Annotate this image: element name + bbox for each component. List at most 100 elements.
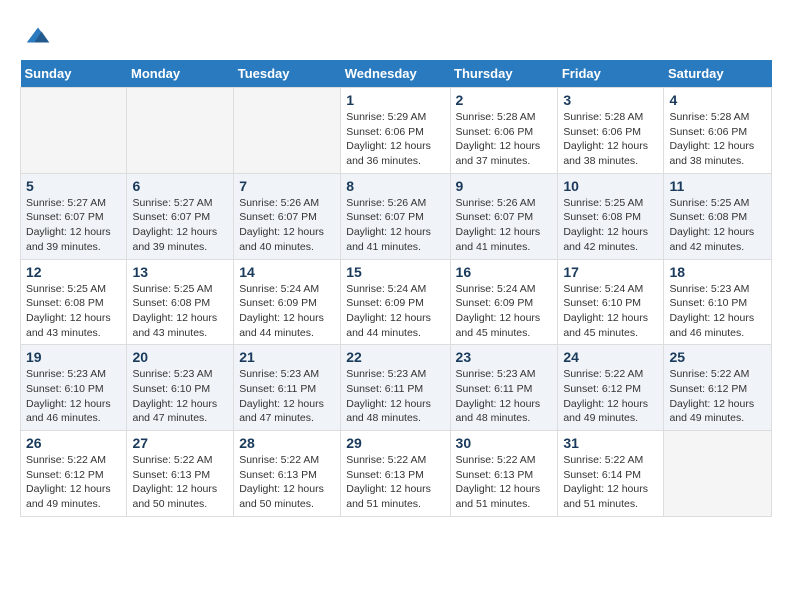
day-info: Sunrise: 5:25 AMSunset: 6:08 PMDaylight:…: [26, 282, 121, 341]
day-number: 11: [669, 178, 766, 194]
day-number: 29: [346, 435, 444, 451]
day-info: Sunrise: 5:27 AMSunset: 6:07 PMDaylight:…: [132, 196, 228, 255]
day-number: 27: [132, 435, 228, 451]
day-info: Sunrise: 5:23 AMSunset: 6:10 PMDaylight:…: [132, 367, 228, 426]
calendar-cell: 1 Sunrise: 5:29 AMSunset: 6:06 PMDaylight…: [341, 88, 450, 174]
calendar-cell: 8 Sunrise: 5:26 AMSunset: 6:07 PMDaylight…: [341, 173, 450, 259]
calendar-cell: 15 Sunrise: 5:24 AMSunset: 6:09 PMDayligh…: [341, 259, 450, 345]
day-number: 7: [239, 178, 335, 194]
day-info: Sunrise: 5:25 AMSunset: 6:08 PMDaylight:…: [132, 282, 228, 341]
calendar-cell: 2 Sunrise: 5:28 AMSunset: 6:06 PMDaylight…: [450, 88, 558, 174]
day-number: 31: [563, 435, 658, 451]
day-info: Sunrise: 5:23 AMSunset: 6:11 PMDaylight:…: [346, 367, 444, 426]
day-info: Sunrise: 5:22 AMSunset: 6:13 PMDaylight:…: [346, 453, 444, 512]
day-number: 18: [669, 264, 766, 280]
day-number: 14: [239, 264, 335, 280]
week-row-2: 5 Sunrise: 5:27 AMSunset: 6:07 PMDaylight…: [21, 173, 772, 259]
day-info: Sunrise: 5:24 AMSunset: 6:09 PMDaylight:…: [346, 282, 444, 341]
day-number: 19: [26, 349, 121, 365]
day-number: 12: [26, 264, 121, 280]
day-info: Sunrise: 5:22 AMSunset: 6:12 PMDaylight:…: [563, 367, 658, 426]
day-info: Sunrise: 5:26 AMSunset: 6:07 PMDaylight:…: [456, 196, 553, 255]
calendar-cell: 16 Sunrise: 5:24 AMSunset: 6:09 PMDayligh…: [450, 259, 558, 345]
day-number: 30: [456, 435, 553, 451]
day-info: Sunrise: 5:23 AMSunset: 6:10 PMDaylight:…: [26, 367, 121, 426]
calendar-cell: 12 Sunrise: 5:25 AMSunset: 6:08 PMDayligh…: [21, 259, 127, 345]
day-number: 10: [563, 178, 658, 194]
header-day-saturday: Saturday: [664, 60, 772, 88]
logo: [20, 20, 53, 50]
day-number: 9: [456, 178, 553, 194]
day-info: Sunrise: 5:24 AMSunset: 6:09 PMDaylight:…: [456, 282, 553, 341]
calendar-cell: 28 Sunrise: 5:22 AMSunset: 6:13 PMDayligh…: [234, 431, 341, 517]
calendar-cell: [234, 88, 341, 174]
day-number: 3: [563, 92, 658, 108]
calendar-cell: 17 Sunrise: 5:24 AMSunset: 6:10 PMDayligh…: [558, 259, 664, 345]
calendar-cell: 26Sunrise: 5:22 AMSunset: 6:12 PMDayligh…: [21, 431, 127, 517]
calendar-cell: 3 Sunrise: 5:28 AMSunset: 6:06 PMDaylight…: [558, 88, 664, 174]
day-number: 24: [563, 349, 658, 365]
day-info: Sunrise: 5:28 AMSunset: 6:06 PMDaylight:…: [456, 110, 553, 169]
calendar-cell: 20 Sunrise: 5:23 AMSunset: 6:10 PMDayligh…: [127, 345, 234, 431]
day-info: Sunrise: 5:28 AMSunset: 6:06 PMDaylight:…: [669, 110, 766, 169]
logo-text: [20, 20, 53, 50]
week-row-3: 12 Sunrise: 5:25 AMSunset: 6:08 PMDayligh…: [21, 259, 772, 345]
calendar-table: SundayMondayTuesdayWednesdayThursdayFrid…: [20, 60, 772, 517]
calendar-header-row: SundayMondayTuesdayWednesdayThursdayFrid…: [21, 60, 772, 88]
day-info: Sunrise: 5:27 AMSunset: 6:07 PMDaylight:…: [26, 196, 121, 255]
day-info: Sunrise: 5:26 AMSunset: 6:07 PMDaylight:…: [239, 196, 335, 255]
calendar-cell: 18Sunrise: 5:23 AMSunset: 6:10 PMDayligh…: [664, 259, 772, 345]
day-number: 4: [669, 92, 766, 108]
day-number: 22: [346, 349, 444, 365]
calendar-cell: 23Sunrise: 5:23 AMSunset: 6:11 PMDayligh…: [450, 345, 558, 431]
calendar-cell: 21 Sunrise: 5:23 AMSunset: 6:11 PMDayligh…: [234, 345, 341, 431]
header-day-monday: Monday: [127, 60, 234, 88]
day-info: Sunrise: 5:22 AMSunset: 6:12 PMDaylight:…: [26, 453, 121, 512]
day-number: 20: [132, 349, 228, 365]
calendar-cell: 11 Sunrise: 5:25 AMSunset: 6:08 PMDayligh…: [664, 173, 772, 259]
day-info: Sunrise: 5:28 AMSunset: 6:06 PMDaylight:…: [563, 110, 658, 169]
day-info: Sunrise: 5:23 AMSunset: 6:11 PMDaylight:…: [239, 367, 335, 426]
day-number: 28: [239, 435, 335, 451]
calendar-cell: 14 Sunrise: 5:24 AMSunset: 6:09 PMDayligh…: [234, 259, 341, 345]
calendar-cell: 29 Sunrise: 5:22 AMSunset: 6:13 PMDayligh…: [341, 431, 450, 517]
week-row-5: 26Sunrise: 5:22 AMSunset: 6:12 PMDayligh…: [21, 431, 772, 517]
day-info: Sunrise: 5:22 AMSunset: 6:13 PMDaylight:…: [239, 453, 335, 512]
day-info: Sunrise: 5:25 AMSunset: 6:08 PMDaylight:…: [669, 196, 766, 255]
day-info: Sunrise: 5:29 AMSunset: 6:06 PMDaylight:…: [346, 110, 444, 169]
day-number: 6: [132, 178, 228, 194]
week-row-4: 19 Sunrise: 5:23 AMSunset: 6:10 PMDayligh…: [21, 345, 772, 431]
day-info: Sunrise: 5:22 AMSunset: 6:14 PMDaylight:…: [563, 453, 658, 512]
day-number: 25: [669, 349, 766, 365]
day-info: Sunrise: 5:24 AMSunset: 6:10 PMDaylight:…: [563, 282, 658, 341]
calendar-cell: 22 Sunrise: 5:23 AMSunset: 6:11 PMDayligh…: [341, 345, 450, 431]
header-day-friday: Friday: [558, 60, 664, 88]
day-number: 13: [132, 264, 228, 280]
calendar-cell: 31 Sunrise: 5:22 AMSunset: 6:14 PMDayligh…: [558, 431, 664, 517]
day-info: Sunrise: 5:24 AMSunset: 6:09 PMDaylight:…: [239, 282, 335, 341]
day-number: 15: [346, 264, 444, 280]
header-day-thursday: Thursday: [450, 60, 558, 88]
page-header: [20, 20, 772, 50]
day-info: Sunrise: 5:26 AMSunset: 6:07 PMDaylight:…: [346, 196, 444, 255]
calendar-cell: 4 Sunrise: 5:28 AMSunset: 6:06 PMDaylight…: [664, 88, 772, 174]
day-number: 23: [456, 349, 553, 365]
calendar-cell: [127, 88, 234, 174]
calendar-cell: 24 Sunrise: 5:22 AMSunset: 6:12 PMDayligh…: [558, 345, 664, 431]
day-info: Sunrise: 5:25 AMSunset: 6:08 PMDaylight:…: [563, 196, 658, 255]
day-number: 5: [26, 178, 121, 194]
calendar-cell: 10 Sunrise: 5:25 AMSunset: 6:08 PMDayligh…: [558, 173, 664, 259]
day-number: 16: [456, 264, 553, 280]
calendar-cell: 13 Sunrise: 5:25 AMSunset: 6:08 PMDayligh…: [127, 259, 234, 345]
calendar-cell: 19 Sunrise: 5:23 AMSunset: 6:10 PMDayligh…: [21, 345, 127, 431]
day-number: 17: [563, 264, 658, 280]
day-number: 8: [346, 178, 444, 194]
calendar-cell: 27 Sunrise: 5:22 AMSunset: 6:13 PMDayligh…: [127, 431, 234, 517]
calendar-cell: 5 Sunrise: 5:27 AMSunset: 6:07 PMDaylight…: [21, 173, 127, 259]
day-number: 1: [346, 92, 444, 108]
day-number: 21: [239, 349, 335, 365]
calendar-cell: 7 Sunrise: 5:26 AMSunset: 6:07 PMDaylight…: [234, 173, 341, 259]
day-info: Sunrise: 5:22 AMSunset: 6:13 PMDaylight:…: [132, 453, 228, 512]
day-number: 2: [456, 92, 553, 108]
header-day-sunday: Sunday: [21, 60, 127, 88]
